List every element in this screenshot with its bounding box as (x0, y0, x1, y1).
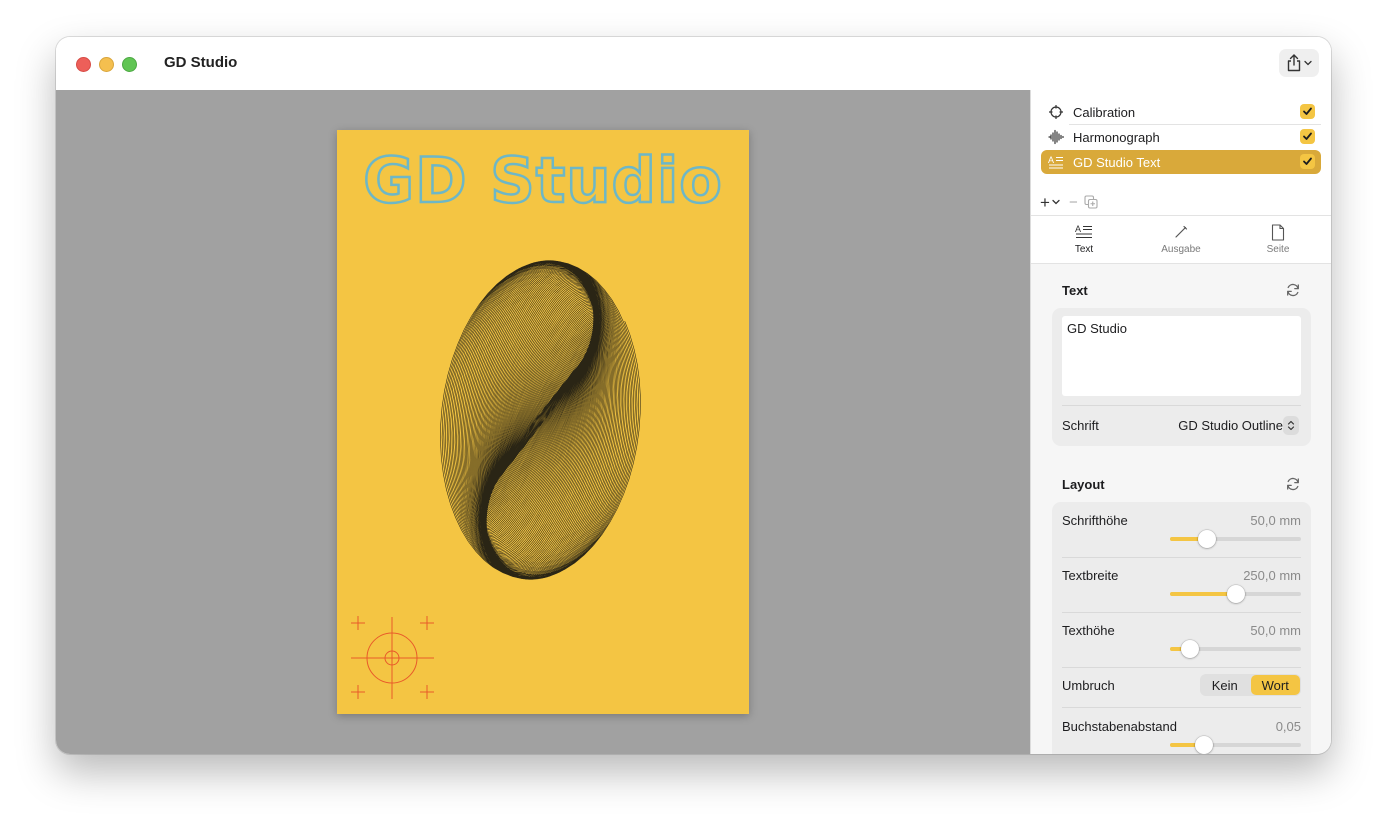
duplicate-layer-button[interactable] (1084, 195, 1098, 209)
reset-icon[interactable] (1285, 476, 1301, 492)
checkmark-icon (1303, 107, 1312, 115)
layer-visible-checkbox[interactable] (1300, 104, 1315, 119)
text-width-label: Textbreite (1062, 568, 1119, 583)
remove-layer-button[interactable]: − (1069, 194, 1078, 211)
calibration-mark[interactable] (337, 130, 749, 714)
divider (1062, 557, 1301, 558)
layer-label: Harmonograph (1073, 129, 1160, 145)
slider-fill (1170, 592, 1236, 596)
text-height-slider[interactable] (1170, 640, 1301, 658)
canvas-area[interactable]: GD Studio (56, 90, 1030, 754)
share-icon (1287, 54, 1301, 72)
pencil-icon (1141, 222, 1221, 242)
duplicate-icon (1084, 195, 1098, 209)
font-label: Schrift (1062, 418, 1099, 433)
layer-visible-checkbox[interactable] (1300, 154, 1315, 169)
text-card: GD Studio Schrift GD Studio Outline (1052, 308, 1311, 446)
wrap-option-kein[interactable]: Kein (1200, 674, 1250, 696)
tab-label: Seite (1266, 244, 1290, 255)
wrap-option-wort[interactable]: Wort (1250, 675, 1300, 695)
close-window-button[interactable] (76, 57, 91, 72)
text-format-icon: A (1044, 222, 1124, 242)
tab-seite[interactable]: Seite (1238, 222, 1318, 255)
divider (1062, 667, 1301, 668)
minimize-window-button[interactable] (99, 57, 114, 72)
chevron-updown-icon (1287, 420, 1295, 431)
slider-knob[interactable] (1226, 585, 1245, 603)
layer-visible-checkbox[interactable] (1300, 129, 1315, 144)
checkmark-icon (1303, 157, 1312, 165)
font-height-value: 50,0 mm (1250, 513, 1301, 528)
waveform-icon (1047, 128, 1065, 146)
wrap-segmented-control[interactable]: Kein Wort (1200, 674, 1301, 696)
font-height-label: Schrifthöhe (1062, 513, 1128, 528)
chevron-down-icon (1052, 199, 1060, 205)
letter-spacing-slider[interactable] (1170, 736, 1301, 754)
text-width-value: 250,0 mm (1243, 568, 1301, 583)
text-content-field[interactable]: GD Studio (1062, 316, 1301, 396)
letter-spacing-label: Buchstabenabstand (1062, 719, 1177, 734)
layer-row-harmonograph[interactable]: Harmonograph (1041, 125, 1321, 149)
window-title: GD Studio (164, 54, 238, 71)
font-select-button[interactable] (1283, 416, 1299, 435)
svg-text:A: A (1048, 155, 1054, 165)
zoom-window-button[interactable] (122, 57, 137, 72)
font-height-slider[interactable] (1170, 530, 1301, 548)
checkmark-icon (1303, 132, 1312, 140)
layer-row-gd-studio-text[interactable]: A GD Studio Text (1041, 150, 1321, 174)
layer-list: Calibration Harmonograph A GD Studio Tex… (1031, 90, 1331, 215)
text-height-label: Texthöhe (1062, 623, 1115, 638)
text-format-icon: A (1047, 153, 1065, 171)
wrap-label: Umbruch (1062, 678, 1115, 693)
share-button[interactable] (1279, 49, 1319, 77)
layer-toolbar: + − (1031, 190, 1331, 214)
layer-label: Calibration (1073, 104, 1136, 120)
crosshair-icon (1047, 103, 1065, 121)
poster-page[interactable]: GD Studio (337, 130, 749, 714)
slider-knob[interactable] (1195, 736, 1214, 754)
slider-knob[interactable] (1197, 530, 1216, 548)
layer-row-calibration[interactable]: Calibration (1041, 100, 1321, 124)
tab-ausgabe[interactable]: Ausgabe (1141, 222, 1221, 255)
inspector-tabs: A Text Ausgabe Seite (1031, 215, 1331, 264)
app-window: GD Studio GD Studio Calibration Harmonog… (56, 37, 1331, 754)
font-select-value[interactable]: GD Studio Outline (1178, 418, 1283, 433)
divider (1062, 405, 1301, 406)
letter-spacing-value: 0,05 (1275, 719, 1301, 734)
title-bar: GD Studio (56, 37, 1331, 90)
divider (1062, 612, 1301, 613)
reset-icon[interactable] (1285, 282, 1301, 298)
section-title-text: Text (1062, 283, 1088, 298)
tab-label: Text (1074, 244, 1094, 255)
chevron-down-icon (1304, 60, 1312, 66)
inspector-sidebar: Calibration Harmonograph A GD Studio Tex… (1030, 90, 1331, 754)
add-layer-button[interactable]: + (1040, 194, 1060, 211)
plus-icon: + (1040, 192, 1050, 212)
text-height-value: 50,0 mm (1250, 623, 1301, 638)
divider (1062, 707, 1301, 708)
slider-knob[interactable] (1180, 640, 1199, 658)
section-title-layout: Layout (1062, 477, 1105, 492)
layer-label: GD Studio Text (1073, 154, 1161, 170)
page-icon (1238, 222, 1318, 242)
svg-text:A: A (1075, 224, 1081, 234)
tab-label: Ausgabe (1161, 244, 1201, 255)
text-width-slider[interactable] (1170, 585, 1301, 603)
layout-card: Schrifthöhe 50,0 mm Textbreite 250,0 mm … (1052, 502, 1311, 754)
tab-text[interactable]: A Text (1044, 222, 1124, 255)
